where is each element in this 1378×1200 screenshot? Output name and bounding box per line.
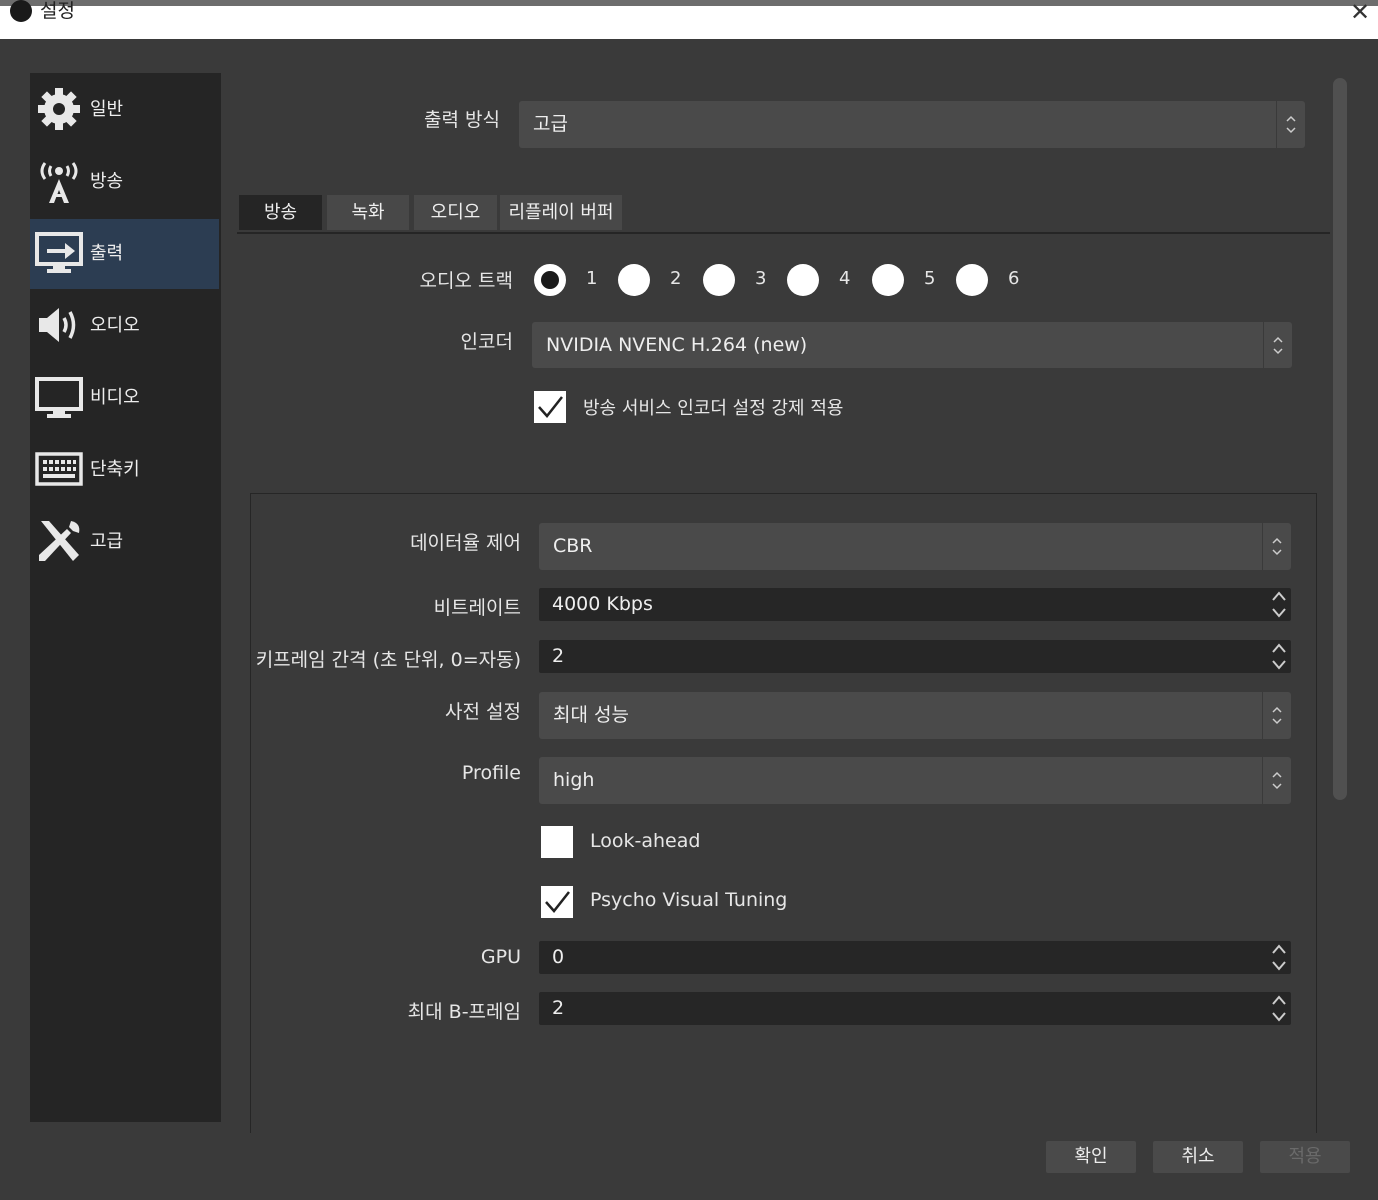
- preset-select[interactable]: 최대 성능: [539, 692, 1291, 739]
- sidebar-item-video[interactable]: 비디오: [30, 363, 219, 433]
- profile-select[interactable]: high: [539, 757, 1291, 804]
- psycho-visual-label: Psycho Visual Tuning: [590, 889, 788, 911]
- profile-value: high: [553, 769, 595, 791]
- audio-track-label: 오디오 트랙: [419, 270, 513, 292]
- spin-arrows-icon[interactable]: [1269, 588, 1289, 621]
- output-mode-value: 고급: [533, 113, 568, 135]
- audio-track-num-3: 3: [755, 268, 767, 289]
- chevron-updown-icon: [1263, 322, 1283, 368]
- spin-arrows-icon[interactable]: [1269, 640, 1289, 673]
- vertical-scrollbar[interactable]: [1333, 78, 1347, 800]
- rate-control-value: CBR: [553, 535, 593, 557]
- chevron-updown-icon: [1262, 692, 1282, 739]
- sidebar-label-advanced: 고급: [90, 531, 124, 552]
- window-title: 설정: [40, 0, 75, 22]
- audio-track-radio-3[interactable]: [703, 264, 735, 296]
- sidebar-item-broadcast[interactable]: 방송: [30, 147, 219, 217]
- preset-value: 최대 성능: [553, 704, 629, 726]
- apply-button[interactable]: 적용: [1260, 1141, 1350, 1173]
- tools-icon: [39, 521, 80, 561]
- monitor-icon: [35, 377, 83, 418]
- tab-divider: [237, 232, 1330, 234]
- gpu-label: GPU: [480, 946, 521, 968]
- tab-stream[interactable]: 방송: [239, 195, 322, 230]
- gear-icon: [38, 88, 80, 130]
- keyboard-icon: [35, 452, 83, 486]
- sidebar-label-audio: 오디오: [90, 315, 140, 336]
- audio-track-num-6: 6: [1008, 268, 1020, 289]
- output-monitor-icon: [35, 232, 83, 273]
- sidebar-item-general[interactable]: 일반: [30, 75, 219, 145]
- encoder-label: 인코더: [460, 331, 513, 353]
- output-mode-select[interactable]: 고급: [519, 101, 1305, 148]
- close-icon[interactable]: ✕: [1346, 0, 1374, 26]
- sidebar-item-advanced[interactable]: 고급: [30, 507, 219, 577]
- chevron-updown-icon: [1262, 757, 1282, 804]
- sidebar-label-broadcast: 방송: [90, 171, 124, 192]
- broadcast-antenna-icon: [40, 162, 78, 203]
- audio-track-radio-1[interactable]: [534, 264, 566, 296]
- tab-replay-buffer[interactable]: 리플레이 버퍼: [500, 195, 622, 230]
- checkmark-icon: [545, 891, 570, 913]
- keyframe-value: 2: [552, 645, 565, 667]
- audio-track-num-5: 5: [924, 268, 936, 289]
- bitrate-label: 비트레이트: [433, 597, 521, 619]
- title-bar: [0, 0, 1378, 39]
- enforce-encoder-label: 방송 서비스 인코더 설정 강제 적용: [583, 398, 844, 419]
- sidebar-item-audio[interactable]: 오디오: [30, 291, 219, 361]
- preset-label: 사전 설정: [445, 701, 521, 723]
- audio-track-radio-4[interactable]: [787, 264, 819, 296]
- look-ahead-checkbox[interactable]: [541, 826, 573, 858]
- sidebar-label-general: 일반: [90, 99, 124, 120]
- profile-label: Profile: [461, 762, 521, 784]
- chevron-updown-icon: [1276, 101, 1296, 148]
- sidebar-label-output: 출력: [90, 243, 124, 264]
- keyframe-label: 키프레임 간격 (초 단위, 0=자동): [255, 649, 521, 671]
- psycho-visual-checkbox[interactable]: [541, 886, 573, 918]
- sidebar-item-output[interactable]: 출력: [30, 219, 219, 289]
- output-mode-label: 출력 방식: [424, 109, 500, 131]
- obs-logo-icon: [10, 0, 32, 22]
- spin-arrows-icon[interactable]: [1269, 941, 1289, 974]
- sidebar-label-video: 비디오: [90, 387, 140, 408]
- audio-track-num-2: 2: [670, 268, 682, 289]
- speaker-icon: [39, 308, 76, 342]
- gpu-value: 0: [552, 946, 565, 968]
- rate-control-label: 데이터율 제어: [410, 532, 521, 554]
- checkmark-icon: [538, 396, 563, 418]
- ok-button[interactable]: 확인: [1046, 1141, 1136, 1173]
- max-bframes-spinbox[interactable]: 2: [539, 992, 1291, 1025]
- sidebar-label-hotkeys: 단축키: [90, 459, 140, 480]
- max-bframes-label: 최대 B-프레임: [407, 1001, 521, 1023]
- bitrate-spinbox[interactable]: 4000 Kbps: [539, 588, 1291, 621]
- cancel-button[interactable]: 취소: [1153, 1141, 1243, 1173]
- settings-sidebar: 일반 방송 출력 오디오 비디오 단축키 고급: [30, 73, 221, 1122]
- encoder-select[interactable]: NVIDIA NVENC H.264 (new): [532, 322, 1292, 368]
- tab-audio[interactable]: 오디오: [414, 195, 497, 230]
- audio-track-radio-2[interactable]: [618, 264, 650, 296]
- gpu-spinbox[interactable]: 0: [539, 941, 1291, 974]
- keyframe-spinbox[interactable]: 2: [539, 640, 1291, 673]
- enforce-encoder-checkbox[interactable]: [534, 391, 566, 423]
- audio-track-radio-6[interactable]: [956, 264, 988, 296]
- audio-track-radio-5[interactable]: [872, 264, 904, 296]
- look-ahead-label: Look-ahead: [590, 830, 701, 852]
- chevron-updown-icon: [1262, 523, 1282, 570]
- sidebar-item-hotkeys[interactable]: 단축키: [30, 435, 219, 505]
- spin-arrows-icon[interactable]: [1269, 992, 1289, 1025]
- rate-control-select[interactable]: CBR: [539, 523, 1291, 570]
- audio-track-num-1: 1: [586, 268, 598, 289]
- max-bframes-value: 2: [552, 997, 565, 1019]
- audio-track-num-4: 4: [839, 268, 851, 289]
- bitrate-value: 4000 Kbps: [552, 593, 653, 615]
- tab-recording[interactable]: 녹화: [327, 195, 409, 230]
- encoder-value: NVIDIA NVENC H.264 (new): [546, 334, 808, 356]
